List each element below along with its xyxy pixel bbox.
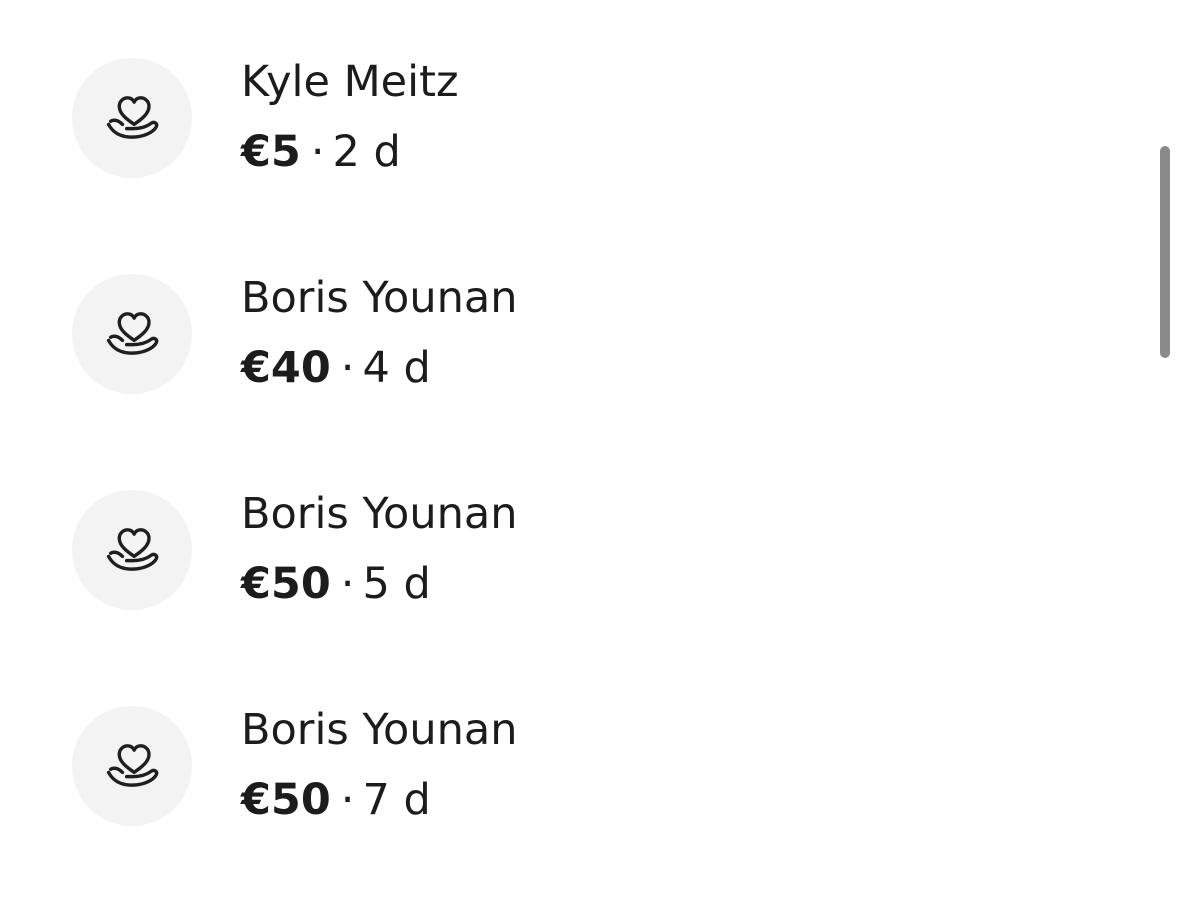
donation-meta: €5 · 2 d — [241, 128, 401, 176]
separator-dot: · — [340, 343, 355, 393]
donor-name: Boris Younan — [241, 705, 518, 755]
scrollbar[interactable] — [1160, 146, 1170, 358]
donor-name: Boris Younan — [241, 489, 518, 539]
list-item[interactable]: Kyle Meitz €5 · 2 d — [0, 58, 1150, 258]
donation-age: 5 d — [362, 559, 431, 609]
heart-hand-icon — [106, 96, 159, 139]
heart-hand-icon — [106, 312, 159, 355]
donation-amount: €5 — [241, 127, 301, 177]
avatar — [72, 706, 192, 826]
avatar — [72, 58, 192, 178]
list-item[interactable]: Boris Younan €50 · 7 d — [0, 706, 1150, 906]
donation-age: 7 d — [362, 775, 431, 825]
separator-dot: · — [340, 775, 355, 825]
avatar — [72, 490, 192, 610]
separator-dot: · — [310, 127, 325, 177]
heart-hand-icon — [106, 744, 159, 787]
list-item[interactable]: Boris Younan €40 · 4 d — [0, 274, 1150, 474]
donation-meta: €40 · 4 d — [241, 344, 431, 392]
donation-age: 4 d — [362, 343, 431, 393]
donor-name: Boris Younan — [241, 273, 518, 323]
donation-meta: €50 · 5 d — [241, 560, 431, 608]
list-item[interactable]: Boris Younan €50 · 5 d — [0, 490, 1150, 690]
donation-age: 2 d — [332, 127, 401, 177]
donation-amount: €50 — [241, 559, 331, 609]
donation-amount: €50 — [241, 775, 331, 825]
donation-amount: €40 — [241, 343, 331, 393]
heart-hand-icon — [106, 528, 159, 571]
avatar — [72, 274, 192, 394]
separator-dot: · — [340, 559, 355, 609]
donation-meta: €50 · 7 d — [241, 776, 431, 824]
donation-list: Kyle Meitz €5 · 2 d Boris Younan €40 · 4 d B… — [0, 0, 1150, 868]
donor-name: Kyle Meitz — [241, 57, 459, 107]
